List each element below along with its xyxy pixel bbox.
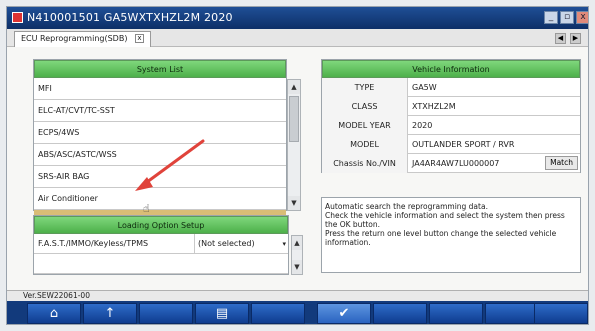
loading-option-select[interactable]: (Not selected) ▾ (194, 234, 290, 254)
loading-option-scrollbar[interactable]: ▲ ▼ (291, 235, 303, 275)
vehicle-info-panel: Vehicle Information TYPE GA5W CLASS XTXHZL2… (321, 59, 581, 173)
system-list-item[interactable]: Air Conditioner (34, 188, 286, 210)
toolbar-button-3[interactable] (139, 303, 193, 324)
loading-option-name: F.A.S.T./IMMO/Keyless/TPMS (38, 239, 149, 248)
vehicle-info-value: GA5W (412, 83, 437, 92)
vehicle-info-key: Chassis No./VIN (322, 154, 408, 173)
vehicle-info-value: JA4AR4AW7LU000007 (412, 159, 500, 168)
system-list-item[interactable]: ELC-AT/CVT/TC-SST (34, 100, 286, 122)
return-icon: ↑ (104, 306, 116, 321)
ok-check-icon: ✔ (338, 306, 350, 321)
tab-close-icon[interactable]: x (135, 34, 144, 43)
scroll-up-icon[interactable]: ▲ (288, 80, 300, 94)
toolbar-button-9[interactable] (485, 303, 539, 324)
toolbar-button-7[interactable] (373, 303, 427, 324)
match-button[interactable]: Match (545, 156, 578, 170)
system-list-item[interactable]: MFI (34, 78, 286, 100)
scroll-down-icon[interactable]: ▼ (292, 260, 302, 274)
message-panel: Automatic search the reprogramming data.… (321, 197, 581, 273)
tab-right-arrow-icon[interactable]: ▶ (570, 33, 581, 44)
toolbar-button-8[interactable] (429, 303, 483, 324)
vehicle-info-key: TYPE (322, 78, 408, 97)
scroll-down-icon[interactable]: ▼ (288, 196, 300, 210)
system-list: MFI ELC-AT/CVT/TC-SST ECPS/4WS ABS/ASC/ASTC… (34, 78, 286, 232)
title-bar: N410001501 GA5WXTXHZL2M 2020 _ ▫ x (7, 7, 588, 29)
tab-strip: ECU Reprogramming(SDB) x ◀ ▶ (7, 29, 588, 47)
app-logo-icon (12, 12, 23, 23)
system-list-panel: System List MFI ELC-AT/CVT/TC-SST ECPS/4WS… (33, 59, 287, 232)
tab-ecu-reprogramming[interactable]: ECU Reprogramming(SDB) x (14, 31, 151, 47)
system-list-item[interactable]: SRS-AIR BAG (34, 166, 286, 188)
system-list-header: System List (34, 60, 286, 78)
tab-label: ECU Reprogramming(SDB) (21, 34, 128, 43)
loading-option-row[interactable]: F.A.S.T./IMMO/Keyless/TPMS (Not selected… (34, 234, 288, 254)
return-button[interactable]: ↑ (83, 303, 137, 324)
vehicle-info-value: XTXHZL2M (412, 102, 456, 111)
scroll-up-icon[interactable]: ▲ (292, 236, 302, 250)
close-icon[interactable]: x (576, 11, 588, 24)
print-icon: ▤ (215, 306, 229, 321)
loading-option-panel: Loading Option Setup F.A.S.T./IMMO/Keyle… (33, 215, 289, 275)
bottom-toolbar: ⌂ ↑ ▤ ✔ (7, 301, 588, 324)
message-line: Press the return one level button change… (325, 229, 557, 247)
loading-option-value: (Not selected) (198, 239, 255, 248)
vehicle-info-header: Vehicle Information (322, 60, 580, 78)
vehicle-info-row: MODEL YEAR 2020 (322, 116, 580, 135)
message-line: Check the vehicle information and select… (325, 211, 565, 229)
vehicle-info-row: TYPE GA5W (322, 78, 580, 97)
system-list-item[interactable]: ECPS/4WS (34, 122, 286, 144)
version-text: Ver.SEW22061-00 (23, 291, 90, 300)
message-line: Automatic search the reprogramming data. (325, 202, 488, 211)
home-button[interactable]: ⌂ (27, 303, 81, 324)
minimize-icon[interactable]: _ (544, 11, 558, 24)
tab-left-arrow-icon[interactable]: ◀ (555, 33, 566, 44)
toolbar-button-10[interactable] (534, 303, 588, 324)
ok-button[interactable]: ✔ (317, 303, 371, 324)
loading-option-header: Loading Option Setup (34, 216, 288, 234)
vehicle-info-key: MODEL (322, 135, 408, 154)
toolbar-button-5[interactable] (251, 303, 305, 324)
system-list-scrollbar[interactable]: ▲ ▼ (287, 79, 301, 211)
vehicle-info-key: CLASS (322, 97, 408, 116)
scroll-thumb[interactable] (289, 96, 299, 142)
mouse-cursor-icon: ☝ (143, 202, 150, 215)
system-list-item[interactable]: ABS/ASC/ASTC/WSS (34, 144, 286, 166)
vehicle-info-value: 2020 (412, 121, 433, 130)
status-bar: Ver.SEW22061-00 (7, 290, 588, 301)
vehicle-info-row: Chassis No./VIN JA4AR4AW7LU000007 Match (322, 154, 580, 173)
vehicle-info-table: TYPE GA5W CLASS XTXHZL2M MODEL YEAR 2020 MODEL… (322, 78, 580, 173)
print-button[interactable]: ▤ (195, 303, 249, 324)
loading-option-empty-row (34, 254, 288, 274)
vehicle-info-value: OUTLANDER SPORT / RVR (412, 140, 515, 149)
restore-icon[interactable]: ▫ (560, 11, 574, 24)
window-title: N410001501 GA5WXTXHZL2M 2020 (27, 11, 233, 24)
vehicle-info-key: MODEL YEAR (322, 116, 408, 135)
vehicle-info-row: MODEL OUTLANDER SPORT / RVR (322, 135, 580, 154)
home-icon: ⌂ (49, 306, 59, 321)
app-window: N410001501 GA5WXTXHZL2M 2020 _ ▫ x ECU R… (6, 6, 589, 325)
dropdown-arrow-icon[interactable]: ▾ (282, 234, 286, 254)
vehicle-info-row: CLASS XTXHZL2M (322, 97, 580, 116)
